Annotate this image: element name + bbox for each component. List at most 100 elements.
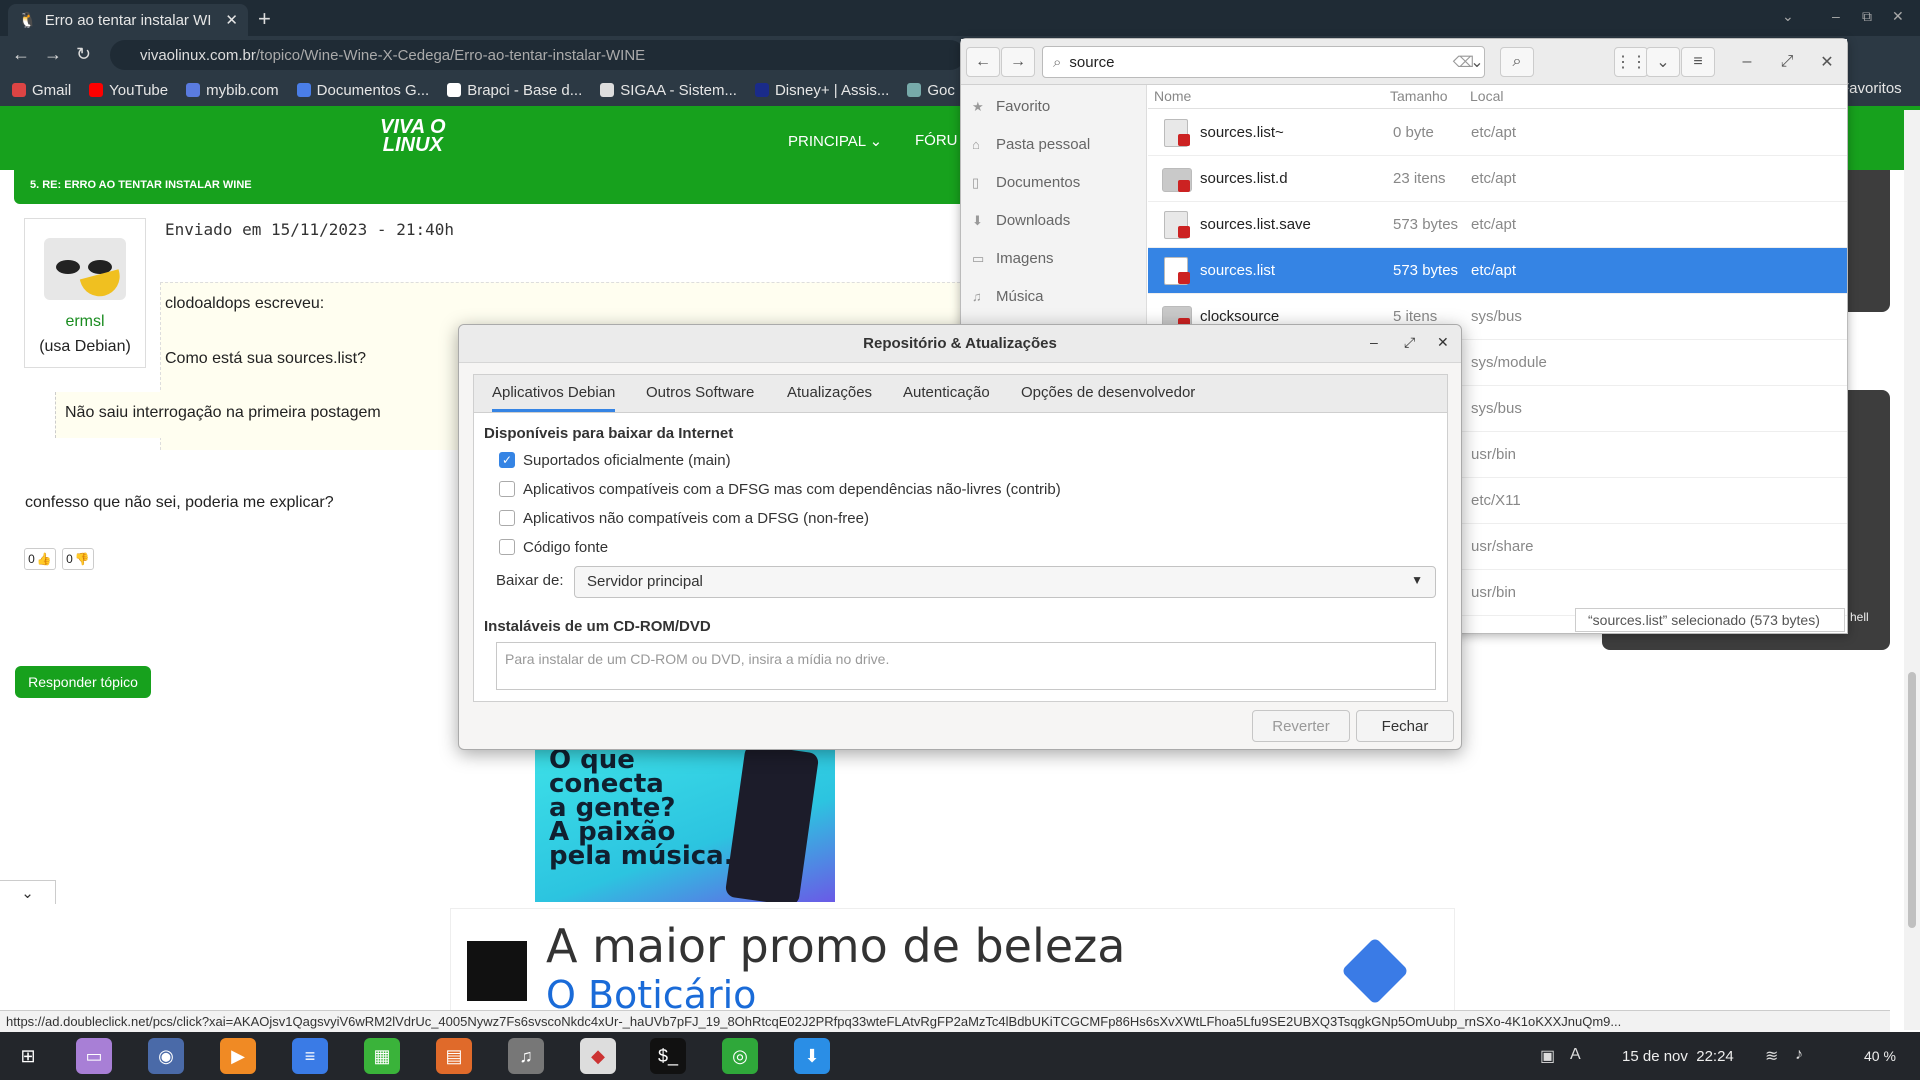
ad-banner[interactable]: O que conecta a gente? A paixão pela mús… <box>535 748 835 902</box>
new-tab-button[interactable]: + <box>258 6 271 32</box>
bookmark-disney[interactable]: Disney+ | Assis... <box>754 82 889 99</box>
tab-search-icon[interactable]: ⌄ <box>1782 8 1794 25</box>
address-bar[interactable]: vivaolinux.com.br/topico/Wine-Wine-X-Ced… <box>110 40 965 70</box>
search-input[interactable]: ⌕ source ⌫ <box>1042 46 1485 78</box>
sidebar-item-home[interactable]: ⌂ Pasta pessoal <box>972 130 1090 158</box>
checkbox-checked: ✓ <box>499 452 515 468</box>
search-toggle-button[interactable]: ⌕ <box>1500 47 1534 77</box>
tab-developer-options[interactable]: Opções de desenvolvedor <box>1021 384 1195 401</box>
volume-icon[interactable]: ♪ <box>1795 1046 1803 1064</box>
reload-icon[interactable]: ↻ <box>76 44 91 65</box>
file-row[interactable]: sources.list~ 0 byte etc/apt <box>1148 110 1847 156</box>
post-header: 5. RE: ERRO AO TENTAR INSTALAR WINE <box>14 170 1014 204</box>
tab-updates[interactable]: Atualizações <box>787 384 872 401</box>
terminal-app-icon[interactable]: $_ <box>650 1038 686 1074</box>
app-grid-icon[interactable]: ⊞ <box>10 1038 46 1074</box>
close-icon[interactable]: ✕ <box>1810 47 1844 77</box>
cdrom-section-title: Instaláveis de um CD-ROM/DVD <box>484 618 711 635</box>
user-distro: (usa Debian) <box>39 338 131 355</box>
impress-app-icon[interactable]: ▤ <box>436 1038 472 1074</box>
bookmark-sigaa[interactable]: SIGAA - Sistem... <box>600 82 737 99</box>
column-name[interactable]: Nome <box>1154 88 1191 104</box>
reply-topic-button[interactable]: Responder tópico <box>15 666 151 698</box>
keyboard-icon[interactable]: A <box>1570 1046 1581 1064</box>
image-icon: ▭ <box>972 251 985 266</box>
lock-icon <box>1178 180 1190 192</box>
clock[interactable]: 15 de nov 22:24 <box>1622 1048 1734 1065</box>
workspace-icon[interactable]: ▣ <box>1540 1046 1555 1066</box>
music-app-icon[interactable]: ♫ <box>508 1038 544 1074</box>
wifi-icon[interactable]: ≋ <box>1765 1046 1778 1066</box>
calc-app-icon[interactable]: ▦ <box>364 1038 400 1074</box>
back-icon[interactable]: ← <box>12 44 30 65</box>
browser-tab[interactable]: 🐧 Erro ao tentar instalar WI ✕ <box>8 4 248 36</box>
close-window-icon[interactable]: ✕ <box>1892 8 1904 25</box>
scrollbar-thumb[interactable] <box>1908 672 1916 928</box>
bookmark-docs[interactable]: Documentos G... <box>296 82 429 99</box>
sidebar-item-music[interactable]: ♫ Música <box>972 282 1044 310</box>
tab-authentication[interactable]: Autenticação <box>903 384 990 401</box>
checkbox <box>499 481 515 497</box>
tab-other-software[interactable]: Outros Software <box>646 384 754 401</box>
chrome-app-icon[interactable]: ◎ <box>722 1038 758 1074</box>
bookmark-mybib[interactable]: mybib.com <box>186 82 279 99</box>
minimize-icon[interactable]: – <box>1370 334 1378 350</box>
battery-indicator[interactable]: 40 % <box>1864 1048 1896 1064</box>
view-grid-icon[interactable]: ⋮⋮ <box>1614 47 1648 77</box>
bookmark-youtube[interactable]: YouTube <box>89 82 168 99</box>
username-link[interactable]: ermsl <box>24 313 146 331</box>
vote-down-button[interactable]: 0 👎 <box>62 548 94 570</box>
maximize-icon[interactable]: ⤢ <box>1770 47 1804 77</box>
maximize-icon[interactable]: ⧉ <box>1862 8 1872 25</box>
option-main[interactable]: ✓ Suportados oficialmente (main) <box>499 450 731 470</box>
download-server-select[interactable]: Servidor principal ▼ <box>574 566 1436 598</box>
menu-principal[interactable]: PRINCIPAL ⌄ <box>788 132 882 150</box>
bookmark-brapci[interactable]: Brapci - Base d... <box>447 82 582 99</box>
tab-debian-apps[interactable]: Aplicativos Debian <box>492 384 616 412</box>
bookmark-goc[interactable]: Goc <box>907 82 955 99</box>
search-options-icon[interactable]: ⌄ <box>1460 47 1494 77</box>
site-logo[interactable]: VIVA O LINUX <box>380 117 446 155</box>
downloads-app-icon[interactable]: ⬇ <box>794 1038 830 1074</box>
menu-icon[interactable]: ≡ <box>1681 47 1715 77</box>
nav-forward-icon[interactable]: → <box>1001 47 1035 77</box>
quote-text: Como está sua sources.list? <box>165 350 366 367</box>
nav-back-icon[interactable]: ← <box>966 47 1000 77</box>
maximize-icon[interactable]: ⤢ <box>1404 334 1415 351</box>
sidebar-item-images[interactable]: ▭ Imagens <box>972 244 1054 272</box>
directions-icon[interactable] <box>1341 937 1409 1005</box>
vote-up-button[interactable]: 0 👍 <box>24 548 56 570</box>
avatar[interactable] <box>44 238 126 300</box>
option-non-free[interactable]: Aplicativos não compatíveis com a DFSG (… <box>499 508 869 528</box>
writer-app-icon[interactable]: ≡ <box>292 1038 328 1074</box>
sidebar-item-downloads[interactable]: ⬇ Downloads <box>972 206 1070 234</box>
files-app-icon[interactable]: ▭ <box>76 1038 112 1074</box>
column-size[interactable]: Tamanho <box>1390 88 1448 104</box>
close-icon[interactable]: ✕ <box>1437 334 1449 351</box>
all-bookmarks-link[interactable]: Favoritos <box>1840 80 1902 97</box>
bottom-ad[interactable]: A maior promo de beleza O Boticário <box>450 908 1455 1017</box>
revert-button[interactable]: Reverter <box>1252 710 1350 742</box>
cdrom-list: Para instalar de um CD-ROM ou DVD, insir… <box>496 642 1436 690</box>
file-row[interactable]: sources.list.save 573 bytes etc/apt <box>1148 202 1847 248</box>
column-location[interactable]: Local <box>1470 88 1503 104</box>
minimize-icon[interactable]: – <box>1730 47 1764 77</box>
menu-forum[interactable]: FÓRU <box>915 132 958 149</box>
sidebar-item-favorites[interactable]: ★ Favorito <box>972 92 1050 120</box>
option-contrib[interactable]: Aplicativos compatíveis com a DFSG mas c… <box>499 479 1061 499</box>
minimize-icon[interactable]: – <box>1832 8 1840 24</box>
software-app-icon[interactable]: ◆ <box>580 1038 616 1074</box>
home-icon: ⌂ <box>972 137 980 152</box>
file-row[interactable]: sources.list.d 23 itens etc/apt <box>1148 156 1847 202</box>
bookmark-gmail[interactable]: Gmail <box>12 82 71 99</box>
sidebar-item-documents[interactable]: ▯ Documentos <box>972 168 1080 196</box>
video-app-icon[interactable]: ▶ <box>220 1038 256 1074</box>
forward-icon[interactable]: → <box>44 44 62 65</box>
close-button[interactable]: Fechar <box>1356 710 1454 742</box>
option-source-code[interactable]: Código fonte <box>499 537 608 557</box>
view-options-icon[interactable]: ⌄ <box>1646 47 1680 77</box>
file-row-selected[interactable]: sources.list 573 bytes etc/apt <box>1148 248 1847 294</box>
close-tab-icon[interactable]: ✕ <box>225 11 238 29</box>
camera-app-icon[interactable]: ◉ <box>148 1038 184 1074</box>
collapse-ad-button[interactable]: ⌄ <box>0 880 56 904</box>
